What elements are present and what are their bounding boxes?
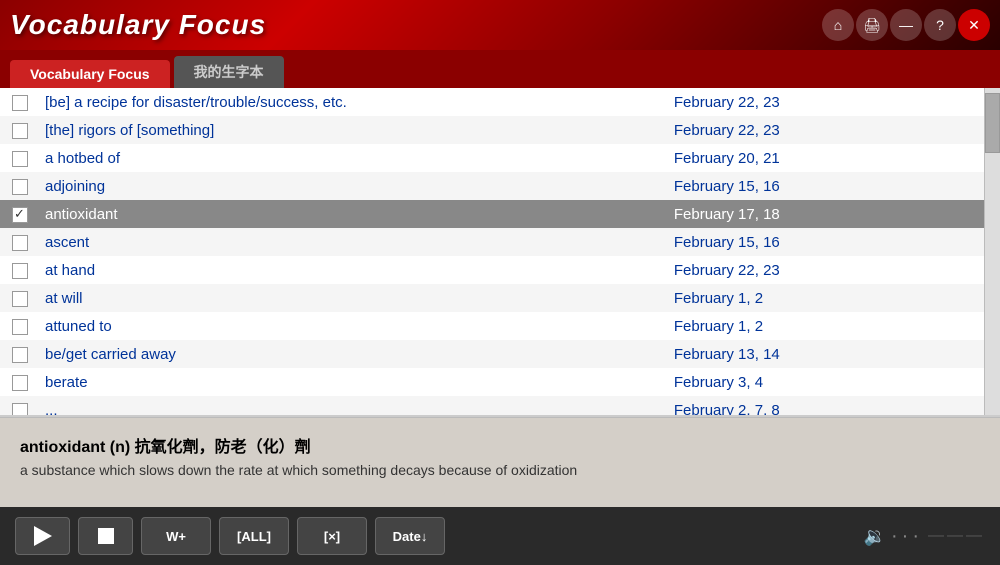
table-row[interactable]: at handFebruary 22, 23: [0, 256, 1000, 284]
checkbox[interactable]: [12, 319, 28, 335]
tab-bar: Vocabulary Focus 我的生字本: [0, 50, 1000, 88]
help-button[interactable]: ?: [924, 9, 956, 41]
word-cell: ascent: [40, 228, 664, 256]
table-row[interactable]: at willFebruary 1, 2: [0, 284, 1000, 312]
table-row[interactable]: berateFebruary 3, 4: [0, 368, 1000, 396]
table-row[interactable]: attuned toFebruary 1, 2: [0, 312, 1000, 340]
table-row[interactable]: [the] rigors of [something]February 22, …: [0, 116, 1000, 144]
title-bar: Vocabulary Focus ⌂ 🖨 — ? ✕: [0, 0, 1000, 50]
scrollbar-thumb[interactable]: [985, 93, 1000, 153]
word-cell: attuned to: [40, 312, 664, 340]
play-icon: [34, 526, 52, 546]
checkbox-cell[interactable]: [0, 340, 40, 368]
checkbox-cell[interactable]: [0, 284, 40, 312]
volume-area: 🔉 ··· ———: [864, 525, 985, 548]
checkbox[interactable]: [12, 403, 28, 417]
date-cell: February 2, 7, 8: [664, 396, 984, 417]
date-cell: February 3, 4: [664, 368, 984, 396]
table-row[interactable]: antioxidantFebruary 17, 18: [0, 200, 1000, 228]
main-content: [be] a recipe for disaster/trouble/succe…: [0, 88, 1000, 565]
checkbox[interactable]: [12, 123, 28, 139]
definition-word: antioxidant (n) 抗氧化劑，防老（化）劑: [20, 433, 980, 457]
checkbox-cell[interactable]: [0, 228, 40, 256]
table-row[interactable]: ...February 2, 7, 8: [0, 396, 1000, 417]
checkbox[interactable]: [12, 263, 28, 279]
sort-date-button[interactable]: Date↓: [375, 517, 445, 555]
volume-dots: ···: [891, 525, 923, 548]
checkbox-cell[interactable]: [0, 256, 40, 284]
checkbox-cell[interactable]: [0, 396, 40, 417]
date-cell: February 22, 23: [664, 116, 984, 144]
home-button[interactable]: ⌂: [822, 9, 854, 41]
checkbox[interactable]: [12, 95, 28, 111]
word-cell: ...: [40, 396, 664, 417]
close-button[interactable]: ✕: [958, 9, 990, 41]
date-cell: February 1, 2: [664, 284, 984, 312]
app-title: Vocabulary Focus: [10, 9, 266, 41]
word-cell: a hotbed of: [40, 144, 664, 172]
checkbox[interactable]: [12, 207, 28, 223]
word-cell: berate: [40, 368, 664, 396]
print-button[interactable]: 🖨: [856, 9, 888, 41]
checkbox-cell[interactable]: [0, 368, 40, 396]
checkbox[interactable]: [12, 291, 28, 307]
table-row[interactable]: be/get carried awayFebruary 13, 14: [0, 340, 1000, 368]
checkbox[interactable]: [12, 235, 28, 251]
date-cell: February 22, 23: [664, 256, 984, 284]
date-cell: February 13, 14: [664, 340, 984, 368]
vocab-list-container: [be] a recipe for disaster/trouble/succe…: [0, 88, 1000, 417]
vocab-table: [be] a recipe for disaster/trouble/succe…: [0, 88, 1000, 417]
window-controls: ⌂ 🖨 — ? ✕: [822, 9, 990, 41]
stop-button[interactable]: [78, 517, 133, 555]
play-button[interactable]: [15, 517, 70, 555]
volume-icon: 🔉: [864, 526, 886, 547]
checkbox[interactable]: [12, 347, 28, 363]
checkbox-cell[interactable]: [0, 200, 40, 228]
date-cell: February 1, 2: [664, 312, 984, 340]
table-row[interactable]: adjoiningFebruary 15, 16: [0, 172, 1000, 200]
clear-button[interactable]: [×]: [297, 517, 367, 555]
word-cell: [the] rigors of [something]: [40, 116, 664, 144]
checkbox[interactable]: [12, 375, 28, 391]
table-row[interactable]: ascentFebruary 15, 16: [0, 228, 1000, 256]
date-cell: February 15, 16: [664, 172, 984, 200]
checkbox[interactable]: [12, 151, 28, 167]
add-word-button[interactable]: W+: [141, 517, 211, 555]
tab-vocabulary-focus[interactable]: Vocabulary Focus: [10, 60, 170, 88]
word-cell: adjoining: [40, 172, 664, 200]
volume-lines: ———: [928, 527, 985, 545]
checkbox[interactable]: [12, 179, 28, 195]
checkbox-cell[interactable]: [0, 172, 40, 200]
checkbox-cell[interactable]: [0, 116, 40, 144]
word-cell: be/get carried away: [40, 340, 664, 368]
word-cell: [be] a recipe for disaster/trouble/succe…: [40, 88, 664, 116]
word-cell: at hand: [40, 256, 664, 284]
checkbox-cell[interactable]: [0, 144, 40, 172]
date-cell: February 17, 18: [664, 200, 984, 228]
tab-my-wordbook[interactable]: 我的生字本: [174, 56, 284, 88]
scrollbar[interactable]: [984, 88, 1000, 415]
date-cell: February 22, 23: [664, 88, 984, 116]
table-row[interactable]: [be] a recipe for disaster/trouble/succe…: [0, 88, 1000, 116]
table-row[interactable]: a hotbed ofFebruary 20, 21: [0, 144, 1000, 172]
definition-area: antioxidant (n) 抗氧化劑，防老（化）劑 a substance …: [0, 417, 1000, 507]
word-cell: at will: [40, 284, 664, 312]
select-all-button[interactable]: [ALL]: [219, 517, 289, 555]
definition-text: a substance which slows down the rate at…: [20, 462, 980, 478]
checkbox-cell[interactable]: [0, 312, 40, 340]
stop-icon: [98, 528, 114, 544]
date-cell: February 15, 16: [664, 228, 984, 256]
date-cell: February 20, 21: [664, 144, 984, 172]
bottom-bar: W+ [ALL] [×] Date↓ 🔉 ··· ———: [0, 507, 1000, 565]
word-cell: antioxidant: [40, 200, 664, 228]
checkbox-cell[interactable]: [0, 88, 40, 116]
minimize-button[interactable]: —: [890, 9, 922, 41]
